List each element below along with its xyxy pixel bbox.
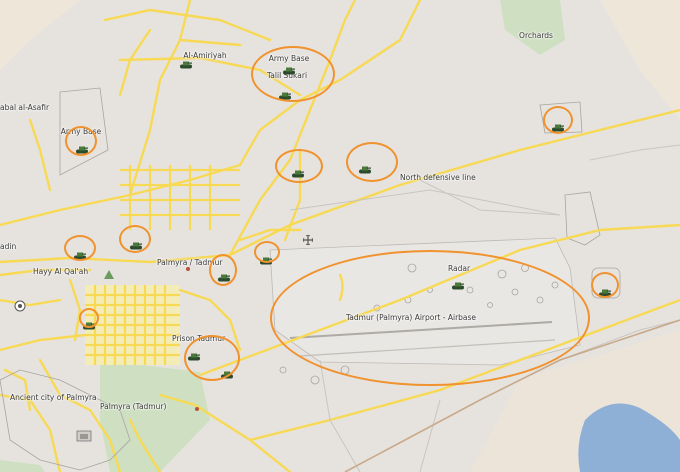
label-ancient-city: Ancient city of Palmyra [10,393,97,402]
highlight-ring-east-road[interactable] [254,241,280,263]
highlight-ring-army-base-west[interactable] [65,126,97,156]
highlight-ring-prison[interactable] [184,335,240,381]
highlight-ring-airbase[interactable] [270,250,590,386]
map-view[interactable]: Al-Amiriyah Army Base Talil Sukari abal … [0,0,680,472]
label-orchards: Orchards [519,31,553,40]
park-green-area [100,360,210,472]
desert-area [600,0,680,120]
city-dot [195,407,199,411]
pitch-icon [14,300,26,312]
label-jabal-al-asafir: abal al-Asafir [0,103,50,112]
highlight-ring-city-north[interactable] [119,225,151,253]
label-palmyra-tadmur: Palmyra (Tadmur) [100,402,167,411]
highlight-ring-north-defensive-line[interactable] [346,142,398,182]
desert-area [0,0,80,70]
label-north-defensive-line: North defensive line [400,173,476,182]
highlight-ring-palmyra-center[interactable] [209,254,237,286]
label-adin: adin [0,242,17,251]
castle-icon [76,430,92,442]
highlight-ring-east[interactable] [591,272,619,298]
highlight-ring-northeast[interactable] [543,106,573,134]
orchards-green-area [500,0,565,55]
label-hayy-al-qalah: Hayy Al Qal'ah [33,267,89,276]
park-icon [104,270,114,279]
city-dot [186,267,190,271]
crosshair-icon [303,235,313,245]
highlight-ring-junction[interactable] [275,149,323,183]
highlight-ring-city-south[interactable] [79,308,99,328]
highlight-ring-city-west[interactable] [64,235,96,261]
tank-icon[interactable] [180,54,192,69]
park-green-area [0,460,45,472]
highlight-ring-army-base-talil-sukari[interactable] [251,46,335,102]
